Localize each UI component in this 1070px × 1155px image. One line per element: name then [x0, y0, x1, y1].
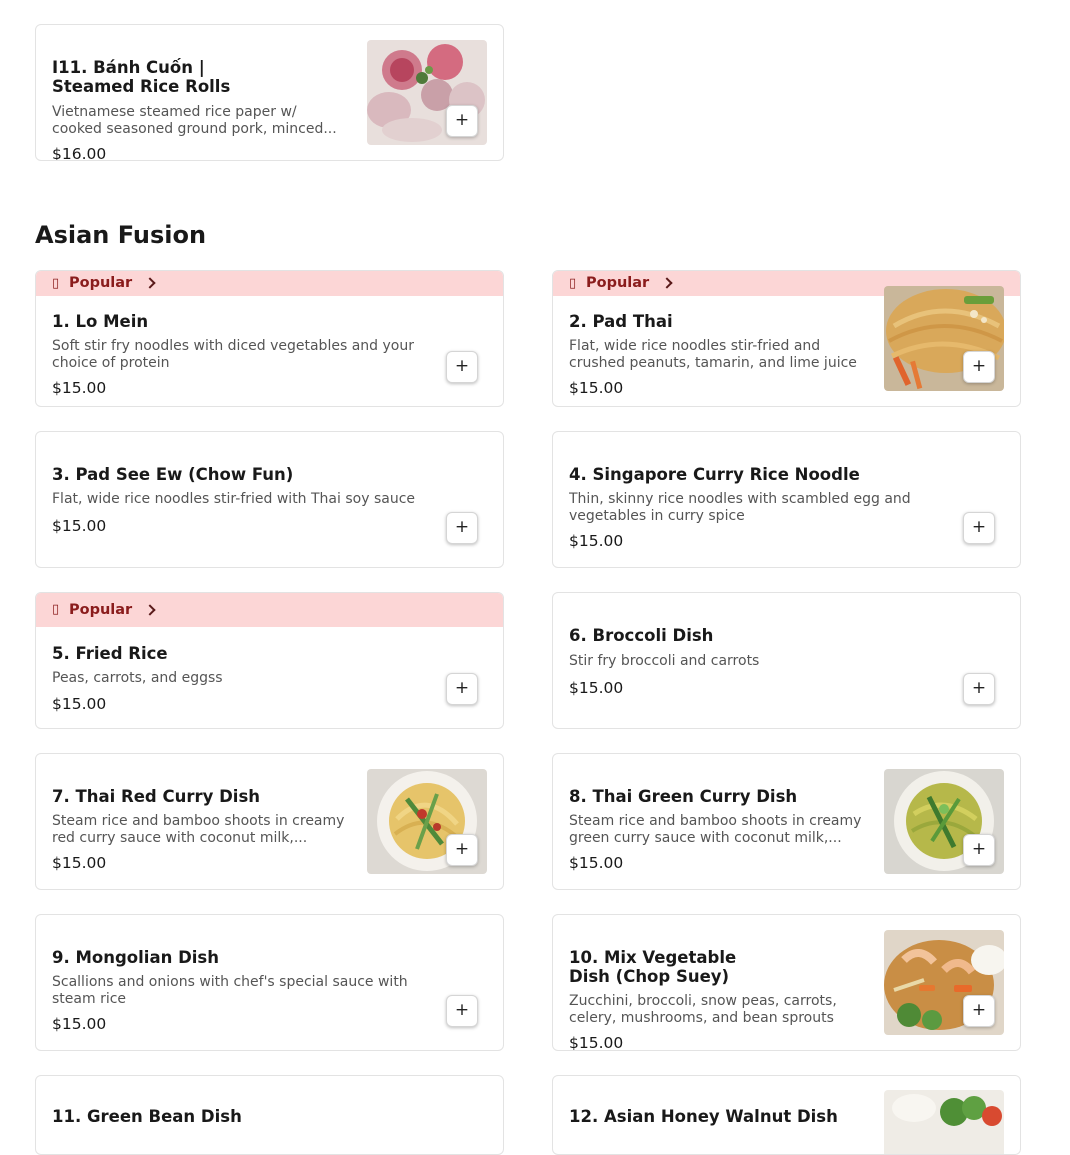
add-to-cart-button[interactable]: +	[446, 512, 478, 544]
add-to-cart-button[interactable]: +	[963, 834, 995, 866]
menu-item-card[interactable]: 12. Asian Honey Walnut Dish	[552, 1075, 1021, 1155]
chevron-right-icon	[144, 604, 156, 616]
item-name: 5. Fried Rice	[52, 644, 168, 663]
item-name: 4. Singapore Curry Rice Noodle	[569, 465, 860, 484]
item-photo	[884, 1090, 1004, 1154]
item-description: Peas, carrots, and eggss	[52, 670, 223, 686]
fire-icon: ▯	[569, 276, 577, 291]
item-price: $16.00	[52, 145, 107, 161]
item-name: 2. Pad Thai	[569, 312, 673, 331]
menu-item-card[interactable]: 6. Broccoli Dish Stir fry broccoli and c…	[552, 592, 1021, 729]
menu-item-card[interactable]: ▯ Popular 2. Pad Thai Flat, wide rice no…	[552, 270, 1021, 407]
item-price: $15.00	[569, 379, 624, 397]
menu-item-card[interactable]: 11. Green Bean Dish	[35, 1075, 504, 1155]
item-price: $15.00	[52, 379, 107, 397]
item-name: 1. Lo Mein	[52, 312, 149, 331]
add-to-cart-button[interactable]: +	[963, 995, 995, 1027]
popular-label: Popular	[69, 275, 133, 291]
add-to-cart-button[interactable]: +	[963, 673, 995, 705]
item-description: Flat, wide rice noodles stir-fried and c…	[569, 338, 857, 371]
item-price: $15.00	[569, 1034, 624, 1051]
popular-banner[interactable]: ▯ Popular	[36, 271, 503, 296]
item-name: I11. Bánh Cuốn | Steamed Rice Rolls	[52, 58, 231, 96]
item-name: 8. Thai Green Curry Dish	[569, 787, 798, 806]
popular-label: Popular	[69, 602, 133, 618]
item-price: $15.00	[569, 679, 624, 697]
item-name: 10. Mix Vegetable Dish (Chop Suey)	[569, 948, 737, 986]
item-name: 12. Asian Honey Walnut Dish	[569, 1107, 838, 1126]
item-price: $15.00	[52, 517, 107, 535]
section-title: Asian Fusion	[35, 221, 207, 249]
item-name: 6. Broccoli Dish	[569, 626, 714, 645]
chevron-right-icon	[144, 277, 156, 289]
add-to-cart-button[interactable]: +	[446, 673, 478, 705]
add-to-cart-button[interactable]: +	[446, 834, 478, 866]
item-description: Soft stir fry noodles with diced vegetab…	[52, 338, 414, 371]
add-to-cart-button[interactable]: +	[446, 105, 478, 137]
item-description: Steam rice and bamboo shoots in creamy g…	[569, 813, 862, 846]
add-to-cart-button[interactable]: +	[963, 512, 995, 544]
popular-label: Popular	[586, 275, 650, 291]
menu-item-card[interactable]: 9. Mongolian Dish Scallions and onions w…	[35, 914, 504, 1051]
item-price: $15.00	[569, 854, 624, 872]
add-to-cart-button[interactable]: +	[446, 351, 478, 383]
menu-item-card[interactable]: I11. Bánh Cuốn | Steamed Rice Rolls Viet…	[35, 24, 504, 161]
item-name: 9. Mongolian Dish	[52, 948, 219, 967]
item-description: Zucchini, broccoli, snow peas, carrots, …	[569, 993, 837, 1026]
item-description: Steam rice and bamboo shoots in creamy r…	[52, 813, 345, 846]
menu-item-card[interactable]: 8. Thai Green Curry Dish Steam rice and …	[552, 753, 1021, 890]
item-price: $15.00	[52, 854, 107, 872]
add-to-cart-button[interactable]: +	[446, 995, 478, 1027]
menu-item-card[interactable]: ▯ Popular 1. Lo Mein Soft stir fry noodl…	[35, 270, 504, 407]
fire-icon: ▯	[52, 276, 60, 291]
item-name: 11. Green Bean Dish	[52, 1107, 242, 1126]
popular-banner[interactable]: ▯ Popular	[36, 593, 503, 627]
item-description: Flat, wide rice noodles stir-fried with …	[52, 491, 416, 507]
item-description: Scallions and onions with chef's special…	[52, 974, 408, 1007]
menu-item-card[interactable]: 3. Pad See Ew (Chow Fun) Flat, wide rice…	[35, 431, 504, 568]
item-price: $15.00	[569, 532, 624, 550]
item-name: 3. Pad See Ew (Chow Fun)	[52, 465, 294, 484]
menu-item-card[interactable]: 4. Singapore Curry Rice Noodle Thin, ski…	[552, 431, 1021, 568]
item-price: $15.00	[52, 1015, 107, 1033]
item-price: $15.00	[52, 695, 107, 713]
menu-item-card[interactable]: 10. Mix Vegetable Dish (Chop Suey) Zucch…	[552, 914, 1021, 1051]
menu-item-card[interactable]: 7. Thai Red Curry Dish Steam rice and ba…	[35, 753, 504, 890]
item-description: Thin, skinny rice noodles with scambled …	[569, 491, 911, 524]
fire-icon: ▯	[52, 602, 60, 617]
item-description: Stir fry broccoli and carrots	[569, 653, 760, 669]
menu-item-card[interactable]: ▯ Popular 5. Fried Rice Peas, carrots, a…	[35, 592, 504, 729]
item-description: Vietnamese steamed rice paper w/ cooked …	[52, 104, 337, 137]
add-to-cart-button[interactable]: +	[963, 351, 995, 383]
item-name: 7. Thai Red Curry Dish	[52, 787, 261, 806]
chevron-right-icon	[661, 277, 673, 289]
